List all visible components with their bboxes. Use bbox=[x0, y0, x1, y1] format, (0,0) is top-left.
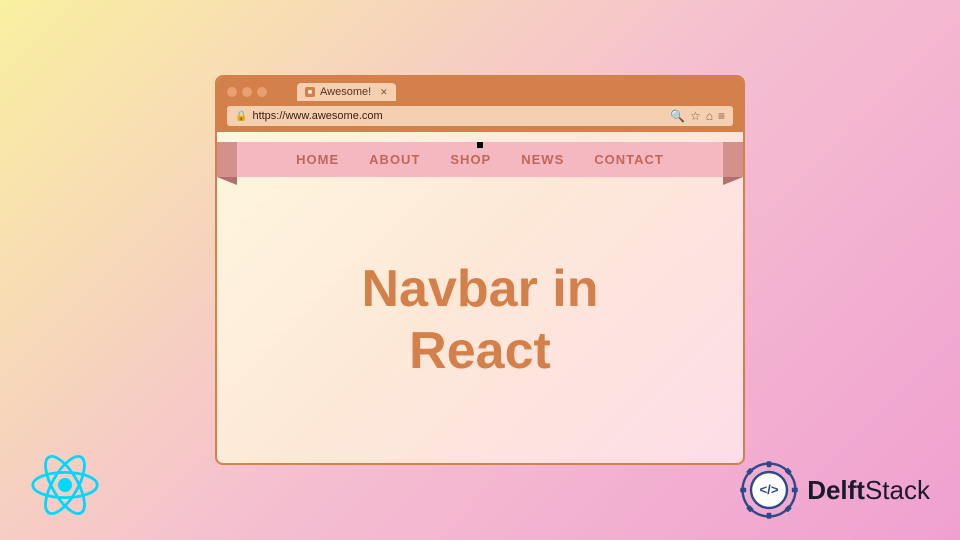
nav-home[interactable]: HOME bbox=[296, 152, 339, 167]
browser-chrome: ■ Awesome! ✕ 🔒 https://www.awesome.com 🔍… bbox=[217, 77, 743, 132]
tab-close-button[interactable]: ✕ bbox=[380, 87, 388, 98]
navbar-container: HOME ABOUT SHOP NEWS CONTACT bbox=[217, 142, 743, 177]
browser-main-content: Navbar in React bbox=[217, 187, 743, 453]
browser-window: ■ Awesome! ✕ 🔒 https://www.awesome.com 🔍… bbox=[215, 75, 745, 465]
address-secure-icon: 🔒 bbox=[235, 111, 247, 122]
menu-icon[interactable]: ≡ bbox=[718, 109, 725, 123]
delft-stack-text: DelftStack bbox=[807, 475, 930, 506]
delft-stack-logo: </> DelftStack bbox=[739, 460, 930, 520]
delft-regular-text: Stack bbox=[865, 475, 930, 505]
delft-icon: </> bbox=[739, 460, 799, 520]
browser-tab[interactable]: ■ Awesome! ✕ bbox=[297, 83, 396, 101]
address-url: https://www.awesome.com bbox=[252, 110, 665, 122]
star-icon[interactable]: ☆ bbox=[690, 109, 701, 123]
browser-dot-green bbox=[257, 87, 267, 97]
tab-title: Awesome! bbox=[320, 86, 371, 98]
nav-about[interactable]: ABOUT bbox=[369, 152, 420, 167]
main-title-line1: Navbar in bbox=[362, 258, 599, 320]
nav-news[interactable]: NEWS bbox=[521, 152, 564, 167]
react-logo bbox=[30, 450, 100, 520]
nav-shop[interactable]: SHOP bbox=[450, 152, 491, 167]
main-title: Navbar in React bbox=[362, 258, 599, 383]
navbar: HOME ABOUT SHOP NEWS CONTACT bbox=[217, 142, 743, 177]
browser-dot-yellow bbox=[242, 87, 252, 97]
main-title-line2: React bbox=[362, 320, 599, 382]
home-icon[interactable]: ⌂ bbox=[706, 109, 713, 123]
address-bar[interactable]: 🔒 https://www.awesome.com 🔍 ☆ ⌂ ≡ bbox=[227, 106, 733, 126]
svg-text:</>: </> bbox=[760, 482, 779, 497]
delft-bold-text: Delft bbox=[807, 475, 865, 505]
nav-contact[interactable]: CONTACT bbox=[594, 152, 664, 167]
search-icon[interactable]: 🔍 bbox=[670, 109, 685, 123]
address-bar-icons: 🔍 ☆ ⌂ ≡ bbox=[670, 109, 725, 123]
tab-favicon: ■ bbox=[305, 87, 315, 97]
browser-dot-red bbox=[227, 87, 237, 97]
